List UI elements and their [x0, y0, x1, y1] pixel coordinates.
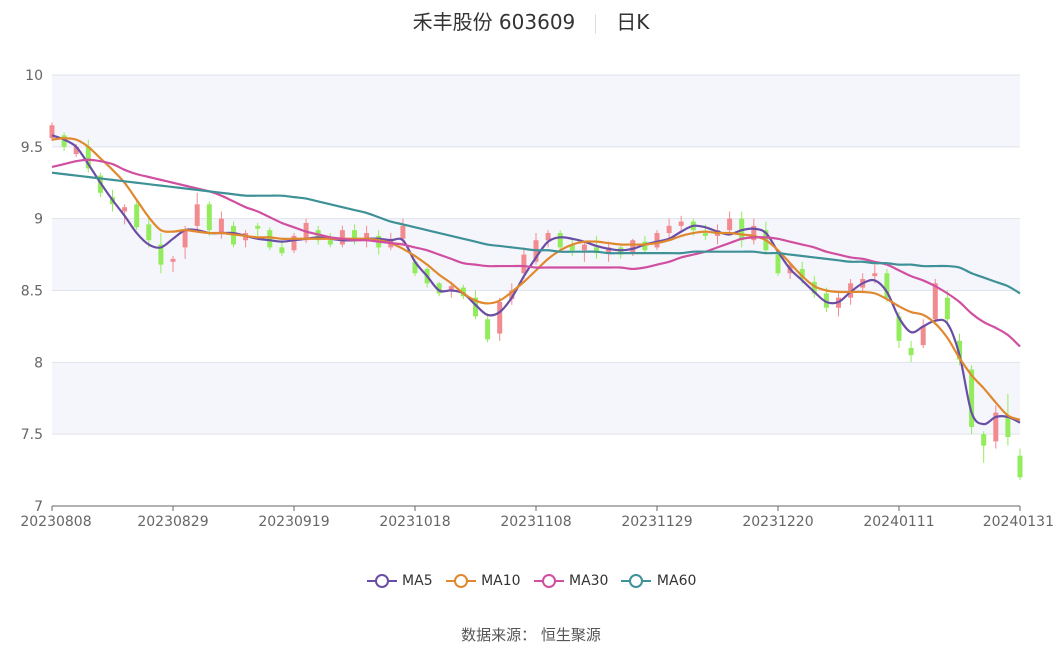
- candle-body: [182, 230, 188, 248]
- candle: [267, 227, 273, 251]
- x-tick-label: 20230919: [258, 514, 329, 530]
- candle-body: [920, 326, 926, 346]
- x-axis: 20230808 20230829 20230919 20231018 20231108…: [20, 505, 1054, 530]
- legend-marker-icon: [621, 574, 652, 588]
- candle-body: [581, 244, 587, 251]
- candle: [497, 297, 503, 341]
- data-source: 数据来源： 恒生聚源: [461, 626, 601, 644]
- candle-body: [485, 319, 491, 340]
- candle: [1017, 448, 1023, 481]
- candle: [291, 233, 297, 254]
- legend-marker-icon: [366, 574, 397, 588]
- legend-label: MA60: [652, 573, 697, 589]
- legend-item-ma10[interactable]: MA10: [445, 573, 521, 589]
- candle-body: [557, 233, 563, 248]
- x-tick-label: 20230829: [137, 514, 208, 530]
- candle-body: [908, 347, 914, 356]
- x-tick-label: 20230808: [20, 514, 91, 530]
- candle-body: [218, 218, 224, 234]
- x-tick-label: 20240131: [983, 514, 1054, 530]
- candle: [485, 313, 491, 343]
- x-tick-label: 20231129: [621, 514, 692, 530]
- legend-item-ma60[interactable]: MA60: [620, 573, 696, 589]
- candle-body: [279, 247, 285, 254]
- x-tick-label: 20231018: [379, 514, 450, 530]
- y-tick-label: 9.5: [21, 140, 43, 156]
- legend-item-ma30[interactable]: MA30: [533, 573, 609, 589]
- legend-label: MA5: [397, 573, 433, 589]
- x-tick-label: 20240111: [863, 514, 934, 530]
- candle-body: [339, 230, 345, 245]
- candle-body: [666, 225, 672, 234]
- candle-body: [727, 218, 733, 231]
- legend-item-ma5[interactable]: MA5: [366, 573, 433, 589]
- candle-body: [497, 301, 503, 334]
- candle-body: [630, 240, 636, 254]
- kline-chart: 77.588.599.510 20230808 20230829 20230919 2…: [20, 68, 1054, 530]
- y-tick-label: 8: [34, 355, 43, 371]
- legend-marker-icon: [533, 574, 564, 588]
- candle-body: [194, 204, 200, 226]
- y-tick-label: 9: [34, 212, 43, 228]
- plot-band: [52, 362, 1020, 435]
- legend: MA5 MA10 MA30 MA60: [0, 573, 1062, 589]
- candle-body: [206, 204, 212, 231]
- candle: [194, 192, 200, 231]
- y-axis-ticks: 7 7.5 8 8.5 9 9.5 10: [21, 68, 43, 515]
- candle-body: [255, 225, 261, 229]
- candle: [981, 431, 987, 463]
- candle: [920, 319, 926, 348]
- candle-body: [702, 233, 708, 236]
- y-tick-label: 7: [34, 499, 43, 515]
- y-tick-label: 7.5: [21, 427, 43, 443]
- candle-body: [400, 225, 406, 239]
- candle-body: [122, 207, 128, 212]
- candle-body: [170, 258, 176, 262]
- legend-marker-icon: [445, 574, 476, 588]
- candle-body: [932, 283, 938, 320]
- y-tick-label: 10: [25, 68, 43, 84]
- candle-body: [1005, 416, 1011, 438]
- candle-body: [678, 221, 684, 226]
- candle-body: [872, 273, 878, 277]
- candle-body: [134, 204, 140, 228]
- candle: [908, 340, 914, 363]
- candle-body: [1017, 455, 1023, 478]
- candle-body: [545, 233, 551, 241]
- candle: [727, 211, 733, 234]
- candle-body: [775, 254, 781, 274]
- candle-body: [981, 434, 987, 446]
- candle-body: [521, 254, 527, 274]
- candle-body: [267, 230, 273, 248]
- candle-body: [327, 240, 333, 245]
- candle-body: [146, 224, 152, 241]
- legend-label: MA30: [564, 573, 609, 589]
- candle: [775, 253, 781, 277]
- candle-body: [944, 297, 950, 320]
- legend-label: MA10: [476, 573, 521, 589]
- x-tick-label: 20231108: [500, 514, 571, 530]
- candle: [557, 230, 563, 251]
- plot-band: [52, 75, 1020, 147]
- y-tick-label: 8.5: [21, 284, 43, 300]
- x-tick-label: 20231220: [742, 514, 813, 530]
